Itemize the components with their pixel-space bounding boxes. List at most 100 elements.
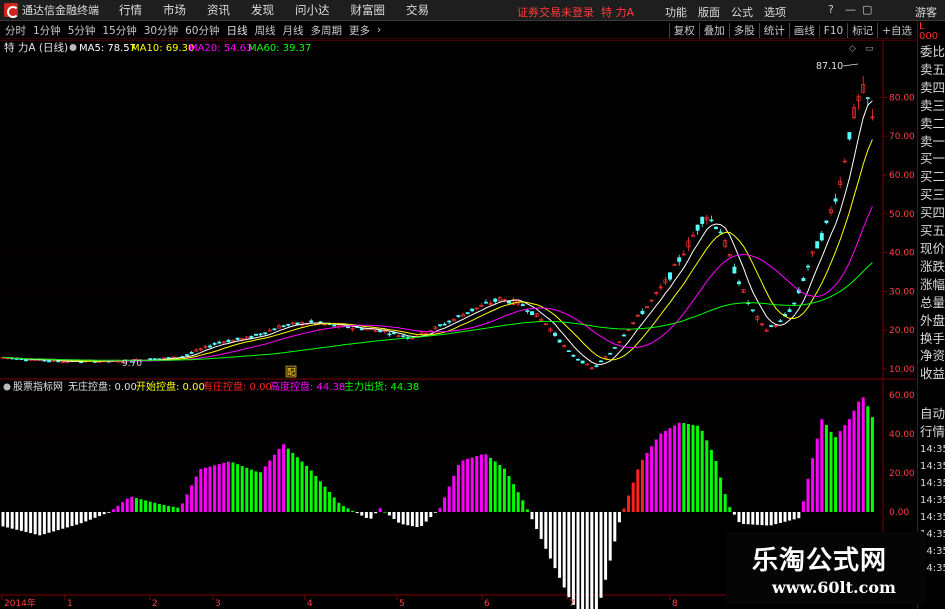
tool-adjust[interactable]: 复权	[668, 23, 699, 38]
event-marker[interactable]: 配	[287, 368, 296, 378]
price-tick-label: 50.00	[889, 210, 915, 220]
restore-icon[interactable]: ▭	[865, 44, 874, 54]
indicator-bar	[746, 512, 750, 525]
menu-item-discover[interactable]: 发现	[251, 2, 274, 18]
ma-line	[2, 139, 873, 362]
candle-body	[447, 320, 452, 323]
help-icon[interactable]: ?	[828, 3, 834, 16]
chart-corner-buttons: ◇ ▭	[849, 44, 874, 54]
x-tick-label: 5	[399, 599, 405, 609]
period-5min[interactable]: 5分钟	[68, 23, 96, 38]
period-daily[interactable]: 日线	[227, 23, 248, 38]
indicator-bar	[650, 446, 654, 512]
tool-watchlist[interactable]: +自选	[877, 23, 916, 38]
candle-body	[824, 220, 829, 223]
minimize-icon[interactable]: —	[845, 3, 856, 16]
period-15min[interactable]: 15分钟	[102, 23, 136, 38]
auto-quote-label[interactable]: 行情	[918, 423, 945, 441]
candle-body	[24, 359, 28, 362]
period-monthly[interactable]: 月线	[283, 23, 304, 38]
indicator-bar	[332, 497, 336, 512]
indicator-bar	[190, 485, 194, 512]
indicator-tick-label: 60.00	[889, 391, 915, 401]
ma-toggle-icon[interactable]	[69, 44, 77, 51]
candle-body	[520, 304, 525, 307]
tool-overlay[interactable]: 叠加	[698, 23, 729, 38]
menu-item-ask[interactable]: 问小达	[295, 2, 330, 18]
indicator-bar	[507, 476, 511, 512]
indicator-bar	[259, 472, 263, 512]
period-intraday[interactable]: 分时	[5, 23, 26, 38]
candle-body	[801, 278, 806, 282]
maximize-icon[interactable]: ▢	[862, 3, 872, 16]
period-more[interactable]: 更多	[349, 23, 370, 38]
quote-field: 收益	[920, 366, 945, 382]
indicator-bar	[75, 512, 79, 525]
indicator-bar	[121, 502, 125, 512]
indicator-bar	[571, 512, 575, 605]
tool-multi[interactable]: 多股	[728, 23, 759, 38]
candle-body	[442, 323, 447, 326]
tool-draw[interactable]: 画线	[788, 23, 819, 38]
chart-area[interactable]: 特 力A (日线) MA5: 78.57 MA10: 69.30 MA20: 5…	[0, 39, 916, 609]
indicator-bar	[134, 498, 138, 512]
tool-mark[interactable]: 标记	[847, 23, 877, 38]
period-60min[interactable]: 60分钟	[185, 23, 219, 38]
candle-body	[226, 339, 231, 343]
tool-stats[interactable]: 统计	[758, 23, 789, 38]
chart-svg[interactable]: 特 力A (日线) MA5: 78.57 MA10: 69.30 MA20: 5…	[0, 39, 916, 609]
indicator-bar	[268, 460, 272, 512]
guest-label[interactable]: 游客	[915, 4, 937, 20]
candle-body	[185, 354, 189, 356]
indicator-bar	[516, 492, 520, 512]
menu-item-quotes[interactable]: 行情	[119, 2, 142, 18]
indicator-bar	[797, 512, 801, 519]
candle-body	[792, 302, 797, 305]
tick-time: 14:35	[920, 444, 945, 456]
chevron-right-icon[interactable]: ›	[377, 24, 381, 36]
indicator-bar	[861, 397, 865, 512]
period-multi[interactable]: 多周期	[311, 23, 343, 38]
indicator-bar	[282, 444, 286, 512]
indicator-bar	[815, 438, 819, 512]
indicator-toggle-icon[interactable]	[3, 383, 11, 391]
indicator-bar	[489, 457, 493, 512]
tool-f10[interactable]: F10	[818, 24, 847, 37]
tool-buttons: 复权 叠加 多股 统计 画线 F10 标记 +自选	[668, 22, 916, 39]
candle-body	[732, 266, 737, 274]
indicator-bar	[714, 461, 718, 512]
auto-quote-label[interactable]: 自动	[918, 405, 945, 423]
right-menu: 功能 版面 公式 选项	[665, 4, 797, 20]
indicator-bar	[1, 512, 5, 527]
candle-body	[272, 328, 277, 331]
period-weekly[interactable]: 周线	[255, 23, 276, 38]
menu-formula[interactable]: 公式	[731, 4, 753, 20]
indicator-bar	[801, 501, 805, 512]
candle-body	[438, 324, 442, 327]
indicator-bar	[558, 512, 562, 578]
indicator-bar	[291, 452, 295, 512]
menu-item-market[interactable]: 市场	[163, 2, 186, 18]
menu-options[interactable]: 选项	[764, 4, 786, 20]
indicator-bar	[61, 512, 65, 529]
indicator-bar	[167, 505, 171, 512]
menu-item-news[interactable]: 资讯	[207, 2, 230, 18]
indicator-bar	[102, 512, 106, 515]
candle-body	[332, 324, 337, 327]
menu-layout[interactable]: 版面	[698, 4, 720, 20]
indicator-bar	[130, 496, 134, 512]
indicator-bar	[236, 464, 240, 512]
indicator-bar	[433, 512, 437, 513]
menu-item-trade[interactable]: 交易	[406, 2, 429, 18]
ma5-label: MA5: 78.57	[79, 43, 136, 54]
indicator-bar	[659, 433, 663, 512]
menu-function[interactable]: 功能	[665, 4, 687, 20]
x-tick-label: 2014年	[4, 597, 36, 609]
indicator-bar	[93, 512, 97, 518]
indicator-bar	[857, 401, 861, 512]
menu-item-wealth[interactable]: 财富圈	[351, 2, 386, 18]
diamond-icon[interactable]: ◇	[849, 44, 856, 54]
period-30min[interactable]: 30分钟	[144, 23, 178, 38]
quote-field: 卖二	[920, 115, 945, 131]
period-1min[interactable]: 1分钟	[33, 23, 61, 38]
